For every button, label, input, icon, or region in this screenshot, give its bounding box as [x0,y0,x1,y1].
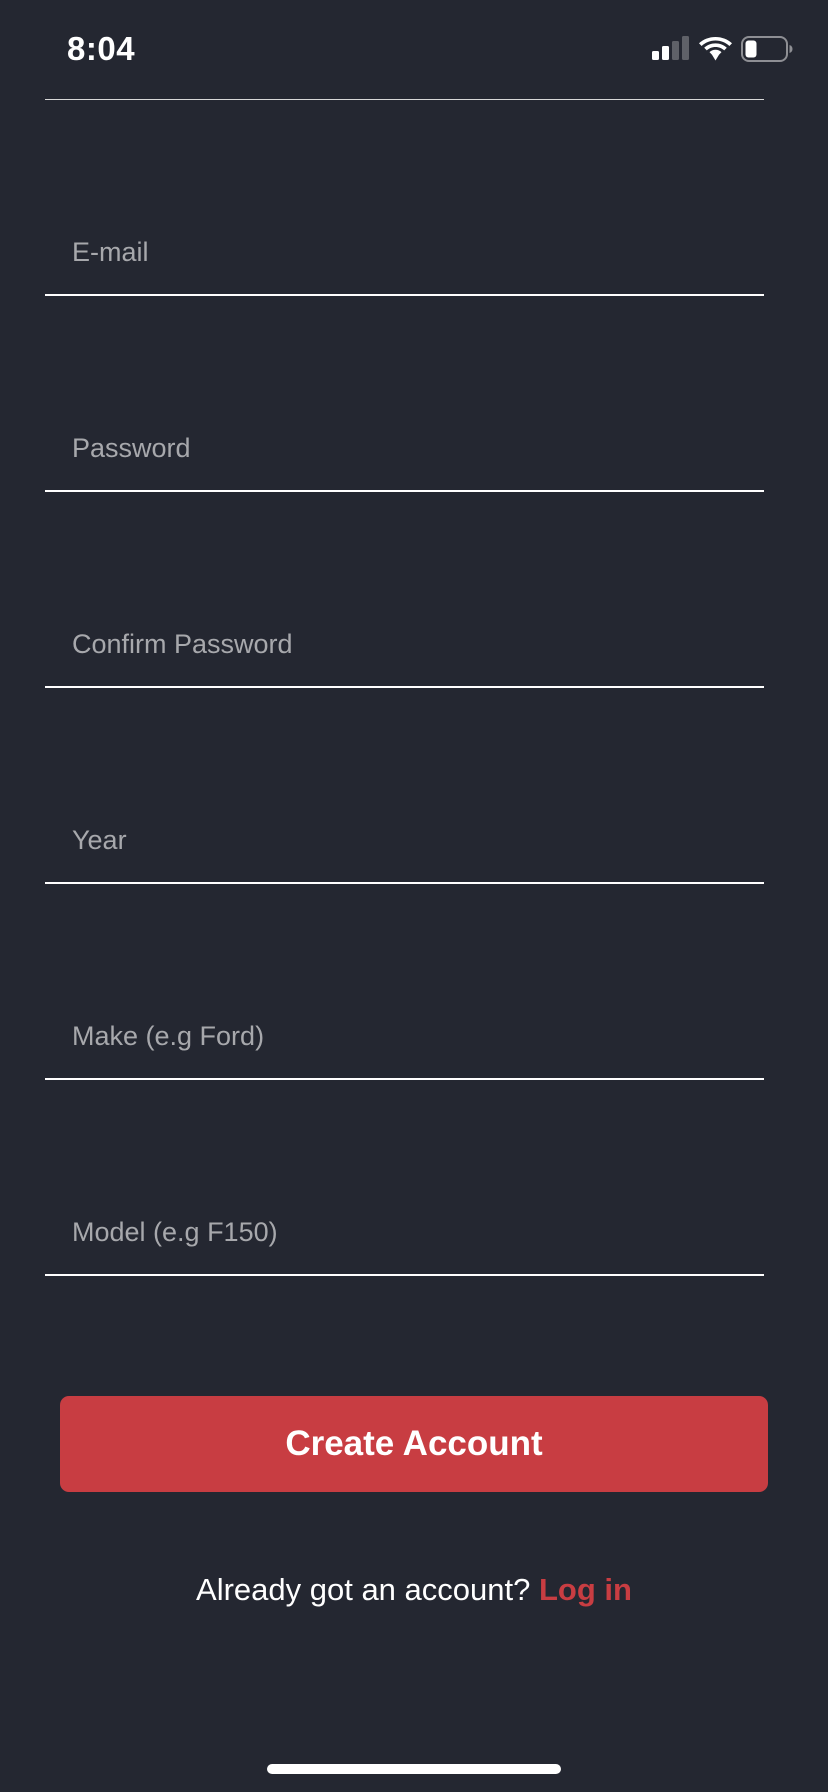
login-prompt: Already got an account? Log in [0,1572,828,1608]
home-indicator[interactable] [267,1764,561,1774]
create-account-button[interactable]: Create Account [60,1396,768,1492]
email-input[interactable] [72,237,732,268]
login-prompt-text: Already got an account? [196,1572,531,1607]
wifi-icon [699,37,732,61]
confirm-password-field [45,588,764,688]
make-field [45,980,764,1080]
password-input[interactable] [72,433,732,464]
signal-icon [652,36,689,60]
make-input[interactable] [72,1021,732,1052]
year-input[interactable] [72,825,732,856]
model-field [45,1176,764,1276]
email-field [45,196,764,296]
password-field [45,392,764,492]
top-divider [45,99,764,100]
status-bar: 8:04 [0,0,828,100]
status-time: 8:04 [67,30,136,67]
confirm-password-input[interactable] [72,629,732,660]
model-input[interactable] [72,1217,732,1248]
battery-icon [741,36,793,62]
year-field [45,784,764,884]
login-link[interactable]: Log in [539,1572,632,1607]
